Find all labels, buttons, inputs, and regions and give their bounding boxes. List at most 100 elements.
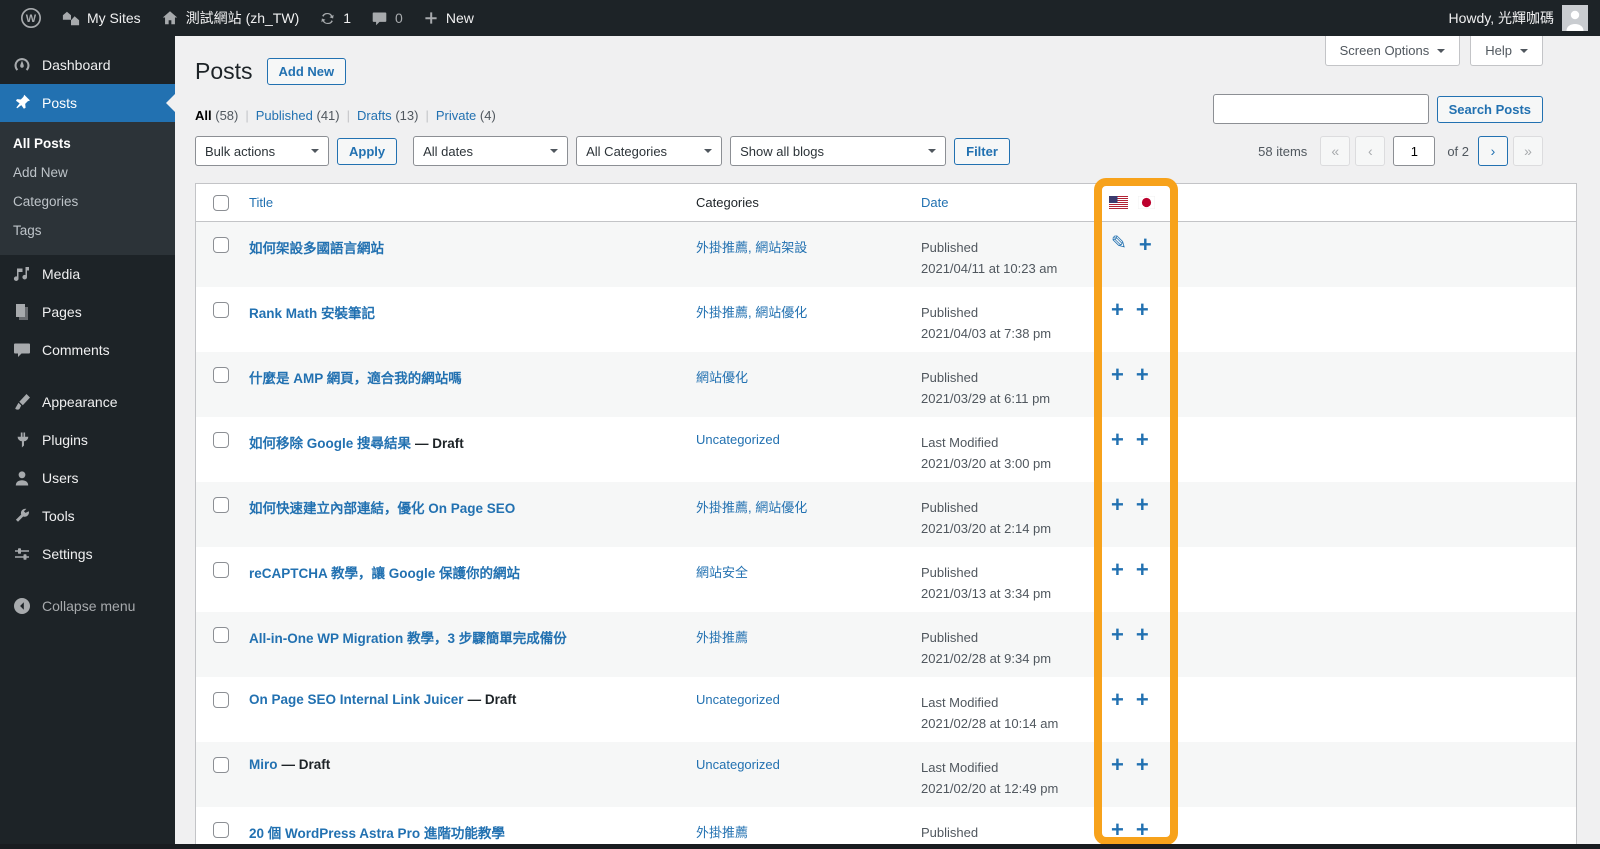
sidebar-item-settings[interactable]: Settings bbox=[0, 535, 175, 573]
sidebar-item-plugins[interactable]: Plugins bbox=[0, 421, 175, 459]
sidebar-item-posts[interactable]: Posts bbox=[0, 84, 175, 122]
post-title-link[interactable]: 如何架設多國語言網站 bbox=[249, 241, 384, 256]
post-title-link[interactable]: Rank Math 安裝筆記 bbox=[249, 306, 375, 321]
view-published[interactable]: Published (41) bbox=[256, 108, 340, 123]
category-links[interactable]: 外掛推薦, 網站優化 bbox=[696, 500, 807, 515]
add-translation-icon[interactable]: + bbox=[1111, 299, 1124, 321]
select-all-checkbox[interactable] bbox=[213, 195, 229, 211]
howdy-account-menu[interactable]: Howdy, 光輝咖碼 bbox=[1448, 8, 1554, 28]
sidebar-item-appearance[interactable]: Appearance bbox=[0, 383, 175, 421]
sidebar-item-users[interactable]: Users bbox=[0, 459, 175, 497]
sidebar-item-pages[interactable]: Pages bbox=[0, 293, 175, 331]
add-translation-icon[interactable]: + bbox=[1136, 689, 1149, 711]
column-header-date[interactable]: Date bbox=[921, 195, 948, 210]
user-avatar[interactable] bbox=[1562, 5, 1588, 31]
add-translation-icon[interactable]: + bbox=[1111, 819, 1124, 841]
row-checkbox[interactable] bbox=[213, 692, 229, 708]
search-posts-button[interactable]: Search Posts bbox=[1437, 96, 1543, 123]
wordpress-logo-icon[interactable]: W bbox=[10, 0, 52, 36]
add-translation-icon[interactable]: + bbox=[1111, 494, 1124, 516]
category-links[interactable]: Uncategorized bbox=[696, 757, 780, 772]
post-status: Last Modified bbox=[921, 757, 1086, 778]
category-links[interactable]: 外掛推薦, 網站架設 bbox=[696, 240, 807, 255]
add-translation-icon[interactable]: + bbox=[1136, 754, 1149, 776]
bulk-actions-select[interactable]: Bulk actions bbox=[195, 136, 329, 166]
row-checkbox[interactable] bbox=[213, 497, 229, 513]
add-translation-icon[interactable]: + bbox=[1111, 429, 1124, 451]
apply-button[interactable]: Apply bbox=[337, 138, 397, 165]
add-translation-icon[interactable]: + bbox=[1111, 364, 1124, 386]
post-title-link[interactable]: On Page SEO Internal Link Juicer bbox=[249, 692, 464, 707]
column-header-title[interactable]: Title bbox=[249, 195, 273, 210]
post-title-link[interactable]: 如何移除 Google 搜尋結果 bbox=[249, 436, 411, 451]
category-links[interactable]: 外掛推薦 bbox=[696, 825, 748, 840]
dates-filter-select[interactable]: All dates bbox=[413, 136, 568, 166]
row-checkbox[interactable] bbox=[213, 757, 229, 773]
submenu-categories[interactable]: Categories bbox=[0, 187, 175, 216]
add-new-button[interactable]: Add New bbox=[267, 58, 347, 85]
add-translation-icon[interactable]: + bbox=[1111, 754, 1124, 776]
category-links[interactable]: Uncategorized bbox=[696, 432, 780, 447]
collapse-menu-label: Collapse menu bbox=[42, 598, 135, 614]
row-checkbox[interactable] bbox=[213, 237, 229, 253]
row-checkbox[interactable] bbox=[213, 562, 229, 578]
sidebar-item-media[interactable]: Media bbox=[0, 255, 175, 293]
post-title-link[interactable]: 20 個 WordPress Astra Pro 進階功能教學 bbox=[249, 826, 505, 841]
last-page-button: » bbox=[1513, 136, 1543, 166]
post-title-link[interactable]: 什麼是 AMP 網頁，適合我的網站嗎 bbox=[249, 371, 462, 386]
submenu-tags[interactable]: Tags bbox=[0, 216, 175, 245]
post-title-link[interactable]: reCAPTCHA 教學，讓 Google 保護你的網站 bbox=[249, 566, 520, 581]
post-title-link[interactable]: Miro bbox=[249, 757, 278, 772]
chevron-down-icon bbox=[550, 149, 558, 157]
add-translation-icon[interactable]: + bbox=[1136, 624, 1149, 646]
add-translation-icon[interactable]: + bbox=[1111, 559, 1124, 581]
blogs-filter-select[interactable]: Show all blogs bbox=[730, 136, 946, 166]
add-translation-icon[interactable]: + bbox=[1136, 299, 1149, 321]
row-checkbox[interactable] bbox=[213, 367, 229, 383]
edit-pencil-icon[interactable]: ✎ bbox=[1111, 234, 1127, 253]
collapse-menu-button[interactable]: Collapse menu bbox=[0, 587, 175, 625]
sidebar-item-comments[interactable]: Comments bbox=[0, 331, 175, 369]
filter-button[interactable]: Filter bbox=[954, 138, 1010, 165]
search-posts-input[interactable] bbox=[1213, 94, 1429, 124]
next-page-button[interactable]: › bbox=[1478, 136, 1508, 166]
sidebar-item-tools[interactable]: Tools bbox=[0, 497, 175, 535]
add-translation-icon[interactable]: + bbox=[1111, 624, 1124, 646]
row-checkbox[interactable] bbox=[213, 432, 229, 448]
post-title-link[interactable]: All-in-One WP Migration 教學，3 步驟簡單完成備份 bbox=[249, 631, 567, 646]
row-checkbox[interactable] bbox=[213, 822, 229, 838]
add-translation-icon[interactable]: + bbox=[1136, 494, 1149, 516]
row-checkbox[interactable] bbox=[213, 302, 229, 318]
post-status: Published bbox=[921, 627, 1086, 648]
add-translation-icon[interactable]: + bbox=[1136, 819, 1149, 841]
add-translation-icon[interactable]: + bbox=[1136, 559, 1149, 581]
updates-menu[interactable]: 1 bbox=[309, 0, 361, 36]
add-translation-icon[interactable]: + bbox=[1111, 689, 1124, 711]
category-links[interactable]: 外掛推薦, 網站優化 bbox=[696, 305, 807, 320]
comments-menu[interactable]: 0 bbox=[361, 0, 413, 36]
new-content-menu[interactable]: New bbox=[413, 0, 484, 36]
submenu-all-posts[interactable]: All Posts bbox=[0, 129, 175, 158]
sidebar-label-plugins: Plugins bbox=[42, 432, 88, 448]
row-checkbox[interactable] bbox=[213, 627, 229, 643]
submenu-add-new[interactable]: Add New bbox=[0, 158, 175, 187]
sidebar-item-dashboard[interactable]: Dashboard bbox=[0, 46, 175, 84]
post-date: 2021/03/20 at 2:14 pm bbox=[921, 518, 1086, 539]
current-page-input[interactable] bbox=[1393, 136, 1435, 166]
view-drafts[interactable]: Drafts (13) bbox=[357, 108, 418, 123]
category-links[interactable]: 外掛推薦 bbox=[696, 630, 748, 645]
categories-filter-select[interactable]: All Categories bbox=[576, 136, 722, 166]
post-title-link[interactable]: 如何快速建立內部連結，優化 On Page SEO bbox=[249, 501, 515, 516]
my-sites-menu[interactable]: My Sites bbox=[52, 0, 151, 36]
add-translation-icon[interactable]: + bbox=[1136, 364, 1149, 386]
add-translation-icon[interactable]: + bbox=[1139, 234, 1152, 256]
view-all[interactable]: All (58) bbox=[195, 108, 238, 123]
category-links[interactable]: Uncategorized bbox=[696, 692, 780, 707]
screen-options-tab[interactable]: Screen Options bbox=[1325, 36, 1461, 66]
add-translation-icon[interactable]: + bbox=[1136, 429, 1149, 451]
site-name-menu[interactable]: 測試網站 (zh_TW) bbox=[151, 0, 310, 36]
category-links[interactable]: 網站優化 bbox=[696, 370, 748, 385]
category-links[interactable]: 網站安全 bbox=[696, 565, 748, 580]
view-private[interactable]: Private (4) bbox=[436, 108, 496, 123]
help-tab[interactable]: Help bbox=[1470, 36, 1543, 66]
